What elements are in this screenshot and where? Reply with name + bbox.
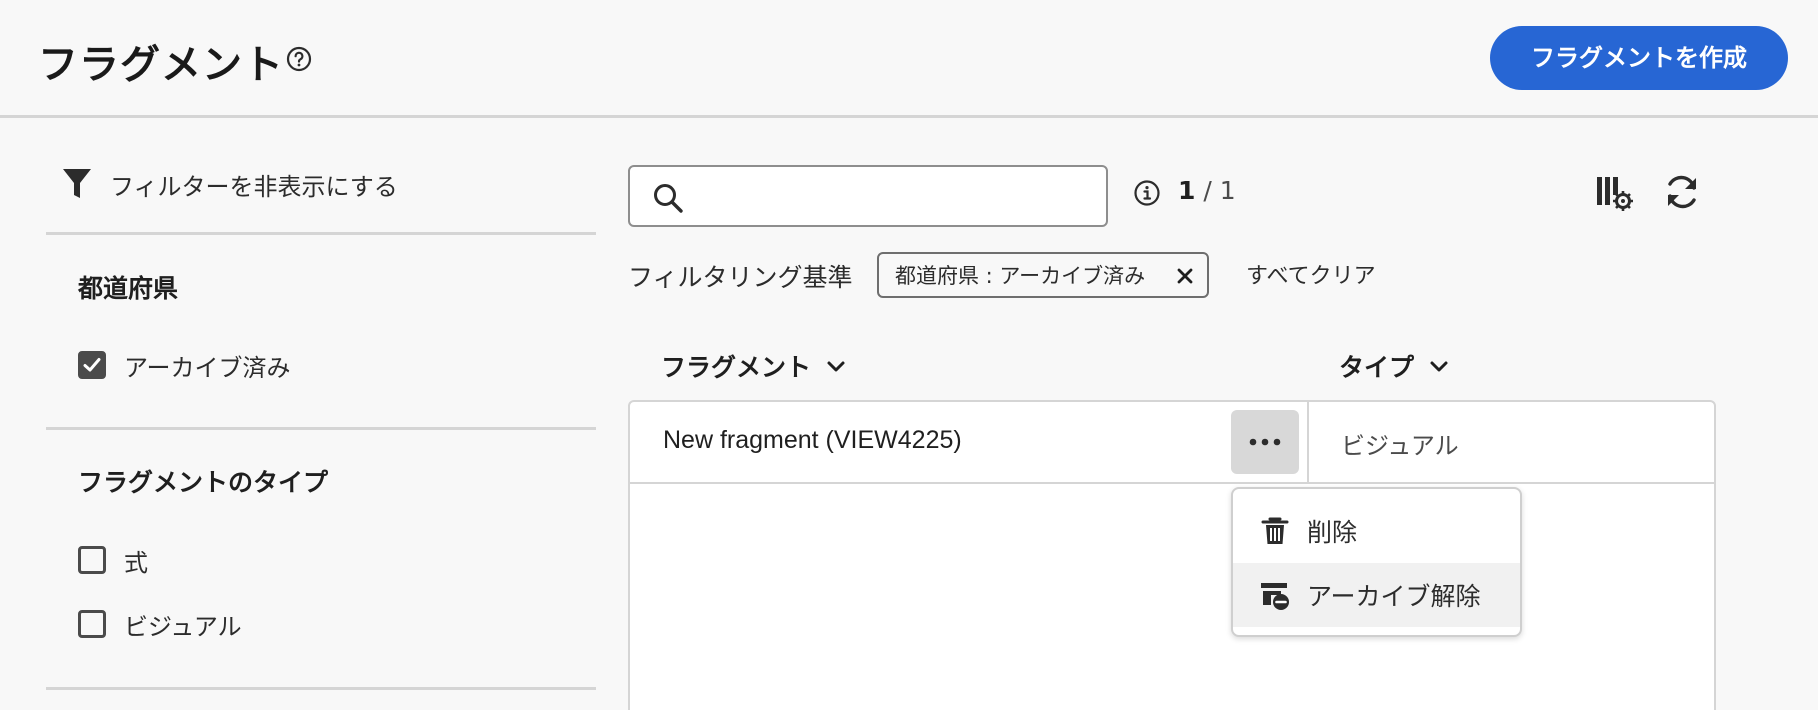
- column-header-label: タイプ: [1339, 353, 1415, 382]
- help-icon[interactable]: [286, 46, 312, 72]
- fragments-table: New fragment (VIEW4225) ビジュアル: [628, 400, 1716, 710]
- filter-divider: [46, 232, 596, 235]
- create-fragment-button[interactable]: フラグメントを作成: [1490, 26, 1788, 90]
- result-current: 1: [1178, 176, 1196, 205]
- trash-icon: [1261, 517, 1289, 544]
- page-title: フラグメント: [38, 42, 284, 88]
- menu-item-delete[interactable]: 削除: [1233, 499, 1520, 563]
- filter-chip[interactable]: 都道府県 : アーカイブ済み: [877, 252, 1209, 298]
- column-divider: [1307, 402, 1309, 484]
- menu-item-unarchive[interactable]: アーカイブ解除: [1233, 563, 1520, 627]
- filter-option-expression[interactable]: 式: [78, 545, 148, 577]
- menu-item-label: アーカイブ解除: [1307, 582, 1481, 611]
- search-icon: [654, 184, 683, 213]
- search-input[interactable]: [700, 177, 1090, 217]
- close-icon[interactable]: [1177, 268, 1193, 284]
- hide-filters-label: フィルターを非表示にする: [110, 172, 398, 201]
- result-count: 1 / 1: [1178, 176, 1236, 205]
- more-icon: [1249, 438, 1281, 446]
- result-total: 1: [1219, 176, 1236, 205]
- chevron-down-icon: [1430, 361, 1448, 372]
- search-box[interactable]: [628, 165, 1108, 227]
- filter-option-visual[interactable]: ビジュアル: [78, 609, 242, 641]
- filter-option-label: アーカイブ済み: [124, 353, 291, 382]
- refresh-icon[interactable]: [1662, 172, 1702, 212]
- filter-divider: [46, 427, 596, 430]
- filter-by-label: フィルタリング基準: [628, 263, 853, 292]
- filter-divider: [46, 687, 596, 690]
- column-settings-icon[interactable]: [1594, 172, 1634, 212]
- fragment-type-cell: ビジュアル: [1341, 432, 1459, 460]
- row-actions-menu: 削除 アーカイブ解除: [1231, 487, 1522, 637]
- hide-filters-toggle[interactable]: フィルターを非表示にする: [62, 166, 398, 202]
- fragment-name-cell[interactable]: New fragment (VIEW4225): [663, 426, 962, 455]
- column-header-label: フラグメント: [661, 353, 812, 382]
- filter-icon: [63, 169, 91, 198]
- info-icon[interactable]: [1133, 179, 1161, 207]
- filter-section-title-status: 都道府県: [78, 274, 179, 303]
- filter-chip-label: 都道府県 : アーカイブ済み: [895, 264, 1146, 288]
- menu-item-label: 削除: [1307, 518, 1358, 547]
- chevron-down-icon: [827, 361, 845, 372]
- column-header-type[interactable]: タイプ: [1339, 348, 1450, 384]
- filter-option-label: 式: [124, 548, 148, 577]
- column-header-fragment[interactable]: フラグメント: [661, 348, 847, 384]
- checkmark-icon: [83, 358, 101, 372]
- more-actions-button[interactable]: [1231, 410, 1299, 474]
- filter-option-archived[interactable]: アーカイブ済み: [78, 350, 291, 382]
- result-separator: /: [1203, 176, 1212, 205]
- filter-option-label: ビジュアル: [124, 612, 242, 641]
- visual-checkbox[interactable]: [78, 610, 106, 638]
- unarchive-icon: [1261, 583, 1289, 610]
- expression-checkbox[interactable]: [78, 546, 106, 574]
- archived-checkbox[interactable]: [78, 351, 106, 379]
- filter-section-title-type: フラグメントのタイプ: [78, 468, 329, 497]
- table-row[interactable]: New fragment (VIEW4225) ビジュアル: [630, 402, 1714, 484]
- page-header: フラグメント フラグメントを作成: [0, 0, 1818, 118]
- clear-all-link[interactable]: すべてクリア: [1246, 258, 1376, 290]
